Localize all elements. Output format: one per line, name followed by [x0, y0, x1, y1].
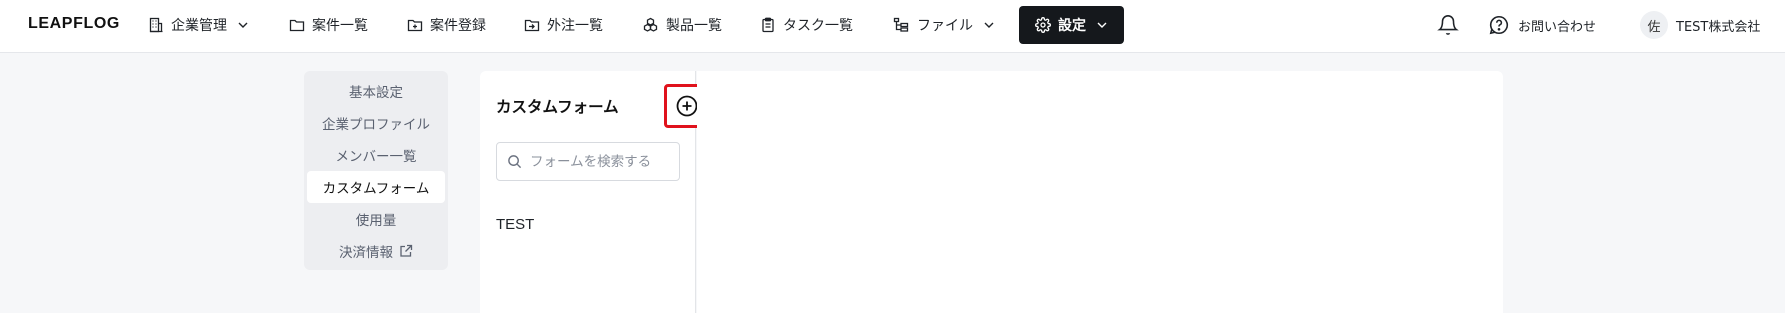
- settings-item-label: 使用量: [355, 213, 397, 229]
- list-item[interactable]: TEST: [496, 216, 534, 233]
- nav-products-list[interactable]: 製品一覧: [642, 6, 722, 44]
- nav-outsourcing-list[interactable]: 外注一覧: [524, 6, 603, 44]
- company-name: TEST株式会社: [1676, 19, 1761, 35]
- nav-tasks-list-label: タスク一覧: [783, 18, 853, 34]
- folder-plus-icon: [407, 19, 423, 32]
- nav-files-label: ファイル: [917, 18, 973, 34]
- form-search-box[interactable]: [496, 142, 680, 181]
- settings-item-label: 企業プロファイル: [322, 117, 430, 133]
- nav-settings-label: 設定: [1058, 18, 1086, 34]
- nav-case-register-label: 案件登録: [430, 18, 486, 34]
- settings-item-label: カスタムフォーム: [322, 181, 430, 197]
- notifications-button[interactable]: [1437, 6, 1459, 44]
- settings-item-basic[interactable]: 基本設定: [307, 75, 445, 107]
- avatar: 佐: [1640, 11, 1668, 39]
- nav-cases-list-label: 案件一覧: [312, 18, 368, 34]
- nav-files[interactable]: ファイル: [893, 6, 995, 44]
- help-chat-icon: [1489, 15, 1508, 35]
- folder-icon: [289, 19, 305, 32]
- nav-settings[interactable]: 設定: [1019, 6, 1124, 44]
- panel-title: カスタムフォーム: [496, 98, 619, 116]
- settings-item-label: 決済情報: [339, 245, 393, 261]
- chevron-down-icon: [238, 22, 248, 28]
- gear-icon: [1035, 17, 1051, 33]
- settings-item-custom-form[interactable]: カスタムフォーム: [307, 171, 445, 203]
- clipboard-icon: [762, 17, 774, 33]
- settings-item-usage[interactable]: 使用量: [307, 203, 445, 235]
- nav-outsourcing-list-label: 外注一覧: [547, 18, 603, 34]
- settings-item-label: 基本設定: [349, 85, 403, 101]
- form-search-input[interactable]: [530, 153, 670, 170]
- contact-label: お問い合わせ: [1518, 19, 1597, 35]
- settings-item-members[interactable]: メンバー一覧: [307, 139, 445, 171]
- settings-item-company-profile[interactable]: 企業プロファイル: [307, 107, 445, 139]
- bell-icon: [1437, 15, 1459, 35]
- nav-company-management[interactable]: 企業管理: [148, 6, 249, 44]
- file-tree-icon: [893, 17, 909, 32]
- settings-item-payment[interactable]: 決済情報: [307, 235, 445, 267]
- building-icon: [149, 17, 163, 33]
- settings-sidebar: 基本設定 企業プロファイル メンバー一覧 カスタムフォーム 使用量 決済情報: [304, 71, 448, 270]
- cubes-icon: [643, 17, 658, 32]
- folder-export-icon: [524, 19, 540, 32]
- nav-cases-list[interactable]: 案件一覧: [289, 6, 368, 44]
- app-logo[interactable]: LEAPFLOG: [28, 15, 120, 33]
- plus-circle-icon: [676, 95, 698, 117]
- top-navigation-bar: LEAPFLOG 企業管理 案件一覧 案件登録 外注一覧 製品一覧 タスク一覧 …: [0, 0, 1785, 53]
- chevron-down-icon: [984, 22, 994, 28]
- settings-item-label: メンバー一覧: [335, 149, 417, 165]
- nav-company-management-label: 企業管理: [171, 18, 227, 34]
- external-link-icon: [400, 244, 413, 257]
- contact-link[interactable]: お問い合わせ: [1488, 6, 1596, 44]
- search-icon: [508, 155, 522, 169]
- nav-case-register[interactable]: 案件登録: [407, 6, 486, 44]
- chevron-down-icon: [1097, 22, 1107, 28]
- nav-tasks-list[interactable]: タスク一覧: [760, 6, 853, 44]
- custom-forms-panel: カスタムフォーム TEST: [480, 71, 710, 313]
- nav-products-list-label: 製品一覧: [666, 18, 722, 34]
- account-menu[interactable]: 佐 TEST株式会社: [1640, 6, 1760, 44]
- form-detail-panel: [697, 71, 1503, 313]
